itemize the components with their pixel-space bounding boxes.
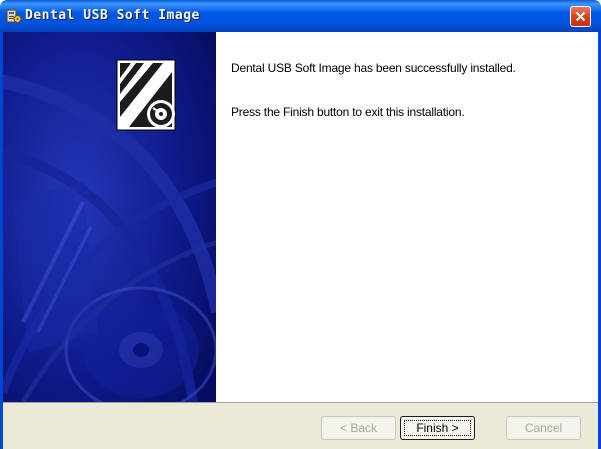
button-strip: < Back Finish > Cancel bbox=[3, 402, 598, 449]
cancel-button-label: Cancel bbox=[524, 421, 563, 435]
close-button[interactable] bbox=[570, 6, 591, 27]
success-message: Dental USB Soft Image has been successfu… bbox=[231, 61, 516, 75]
title-bar[interactable]: Dental USB Soft Image bbox=[0, 0, 601, 32]
window-title: Dental USB Soft Image bbox=[25, 8, 200, 23]
banner-artwork bbox=[3, 32, 216, 402]
side-banner bbox=[3, 32, 216, 402]
content-panel: Dental USB Soft Image has been successfu… bbox=[216, 32, 598, 402]
close-icon bbox=[575, 11, 586, 22]
back-button[interactable]: < Back bbox=[321, 416, 396, 440]
finish-instruction: Press the Finish button to exit this ins… bbox=[231, 105, 465, 119]
product-logo bbox=[116, 59, 176, 131]
installer-window: Dental USB Soft Image Dental USB Soft Im… bbox=[0, 0, 601, 449]
installer-icon bbox=[6, 8, 22, 24]
focus-rectangle bbox=[404, 420, 471, 436]
back-button-label: < Back bbox=[339, 421, 378, 435]
finish-button[interactable]: Finish > bbox=[400, 416, 475, 440]
cancel-button[interactable]: Cancel bbox=[506, 416, 581, 440]
